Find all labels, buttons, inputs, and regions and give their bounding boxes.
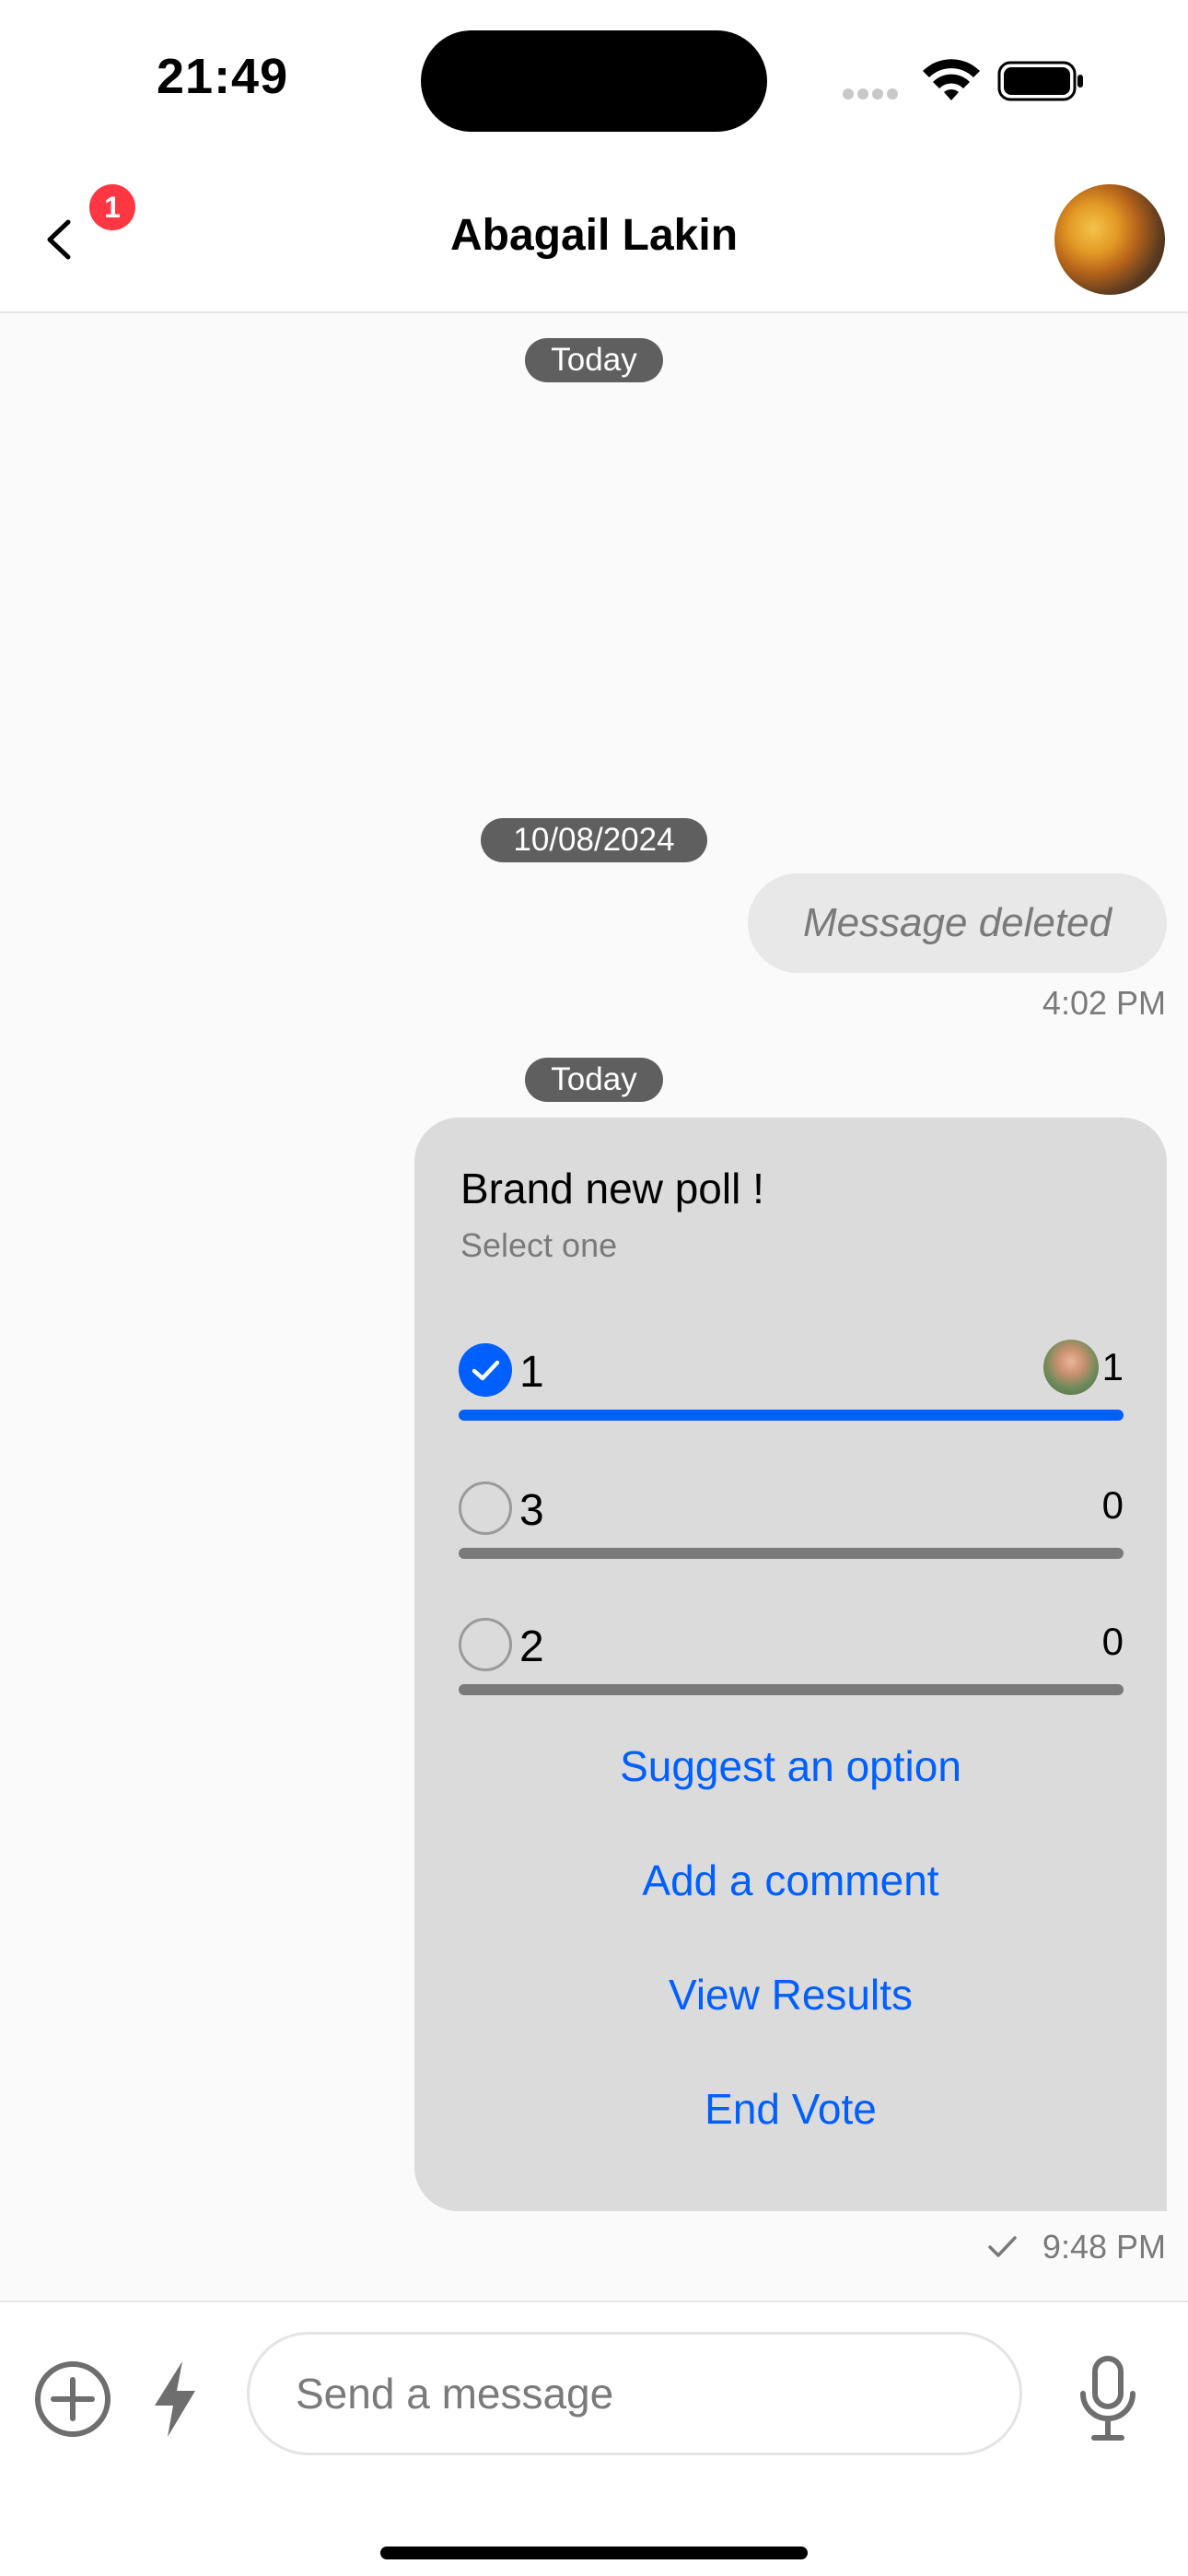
poll-option-fill xyxy=(459,1410,1124,1421)
poll-option[interactable]: 3 0 xyxy=(459,1481,1124,1574)
view-results-button[interactable]: View Results xyxy=(414,1970,1167,2020)
avatar[interactable] xyxy=(1054,184,1165,295)
date-separator: Today xyxy=(525,338,663,382)
poll-title: Brand new poll ! xyxy=(460,1165,764,1212)
lightning-icon[interactable] xyxy=(147,2358,203,2441)
poll-option-bar xyxy=(459,1684,1124,1695)
poll-option-label: 1 xyxy=(519,1348,544,1397)
date-separator: 10/08/2024 xyxy=(481,818,707,862)
poll-card: Brand new poll ! Select one 1 1 3 0 2 0 … xyxy=(414,1118,1167,2211)
poll-option-count: 0 xyxy=(1101,1483,1124,1527)
add-comment-button[interactable]: Add a comment xyxy=(414,1856,1167,1905)
message-time: 9:48 PM xyxy=(1042,2228,1166,2266)
poll-option-bar xyxy=(459,1410,1124,1421)
deleted-message-bubble[interactable]: Message deleted xyxy=(748,873,1167,973)
add-attachment-button[interactable] xyxy=(33,2359,112,2439)
poll-option-label: 3 xyxy=(519,1486,544,1535)
delivered-check-icon xyxy=(988,2236,1017,2257)
page-title: Abagail Lakin xyxy=(449,211,739,260)
chat-header: 1 Abagail Lakin xyxy=(0,157,1188,313)
battery-icon xyxy=(997,61,1083,101)
message-composer xyxy=(0,2301,1188,2576)
poll-option-count: 1 xyxy=(1101,1345,1124,1388)
dynamic-island xyxy=(421,30,767,132)
chat-screen: 21:49 1 Abagail Lakin Today 10/08/2024 M… xyxy=(0,0,1188,2576)
cellular-signal-icon xyxy=(843,88,903,100)
end-vote-button[interactable]: End Vote xyxy=(414,2084,1167,2134)
poll-option-bar xyxy=(459,1548,1124,1559)
checkmark-icon[interactable] xyxy=(459,1343,512,1397)
message-time: 4:02 PM xyxy=(1042,984,1166,1022)
poll-option-count: 0 xyxy=(1101,1620,1124,1663)
poll-subtitle: Select one xyxy=(460,1226,618,1264)
status-bar: 21:49 xyxy=(0,0,1188,157)
wifi-icon xyxy=(923,59,980,100)
voter-avatar xyxy=(1043,1340,1099,1395)
microphone-icon[interactable] xyxy=(1076,2353,1140,2445)
poll-option[interactable]: 2 0 xyxy=(459,1618,1124,1710)
radio-icon[interactable] xyxy=(459,1481,512,1535)
home-indicator xyxy=(380,2547,808,2559)
status-time: 21:49 xyxy=(157,49,289,104)
poll-option[interactable]: 1 1 xyxy=(459,1340,1124,1435)
date-separator: Today xyxy=(525,1058,663,1102)
poll-option-label: 2 xyxy=(519,1622,544,1671)
radio-icon[interactable] xyxy=(459,1618,512,1671)
suggest-option-button[interactable]: Suggest an option xyxy=(414,1741,1167,1791)
message-input[interactable] xyxy=(247,2332,1022,2455)
